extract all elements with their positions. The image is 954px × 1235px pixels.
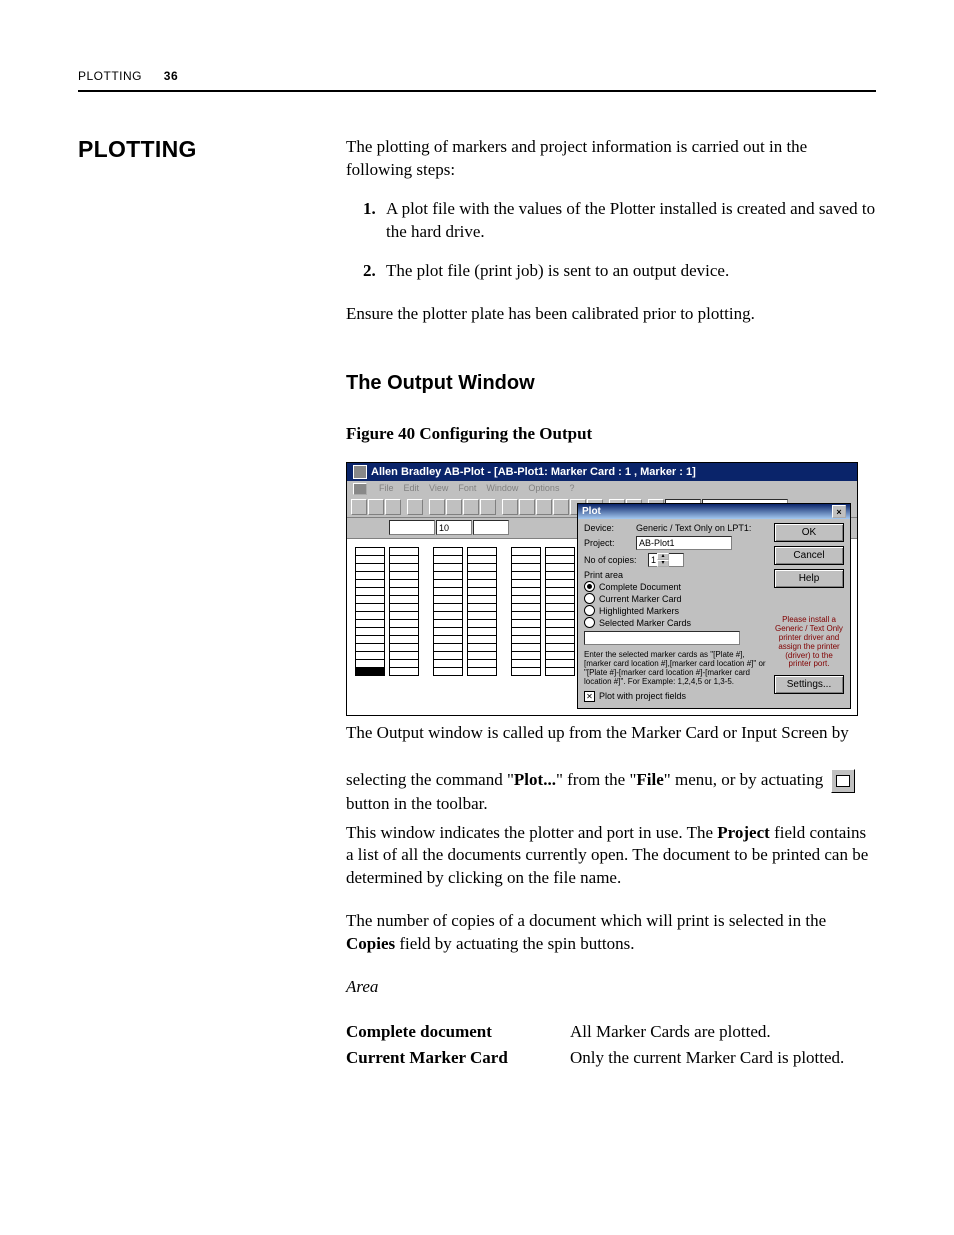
radio-current-marker-card[interactable]: Current Marker Card bbox=[584, 593, 766, 604]
section-heading: PLOTTING bbox=[78, 136, 346, 1070]
dialog-left: Device: Generic / Text Only on LPT1: Pro… bbox=[584, 523, 766, 701]
font-family-field[interactable] bbox=[389, 520, 435, 535]
tb-save-icon[interactable] bbox=[385, 499, 401, 515]
tb-new-icon[interactable] bbox=[351, 499, 367, 515]
step-2: The plot file (print job) is sent to an … bbox=[380, 260, 876, 283]
figure-caption: Figure 40 Configuring the Output bbox=[346, 423, 876, 446]
menu-window[interactable]: Window bbox=[486, 483, 518, 495]
mdi-icon bbox=[353, 483, 367, 495]
device-label: Device: bbox=[584, 523, 632, 533]
plot-command: Plot... bbox=[514, 770, 556, 789]
menu-file[interactable]: File bbox=[379, 483, 394, 495]
project-dropdown[interactable]: AB-Plot1 bbox=[636, 536, 732, 550]
menubar: File Edit View Font Window Options ? bbox=[347, 481, 857, 497]
cancel-button[interactable]: Cancel bbox=[774, 546, 844, 565]
post-3-post: field by actuating the spin buttons. bbox=[395, 934, 634, 953]
ok-button[interactable]: OK bbox=[774, 523, 844, 542]
tb-open-icon[interactable] bbox=[368, 499, 384, 515]
dialog-titlebar: Plot × bbox=[578, 504, 850, 519]
radio-icon bbox=[584, 581, 595, 592]
checkbox-icon: ✕ bbox=[584, 691, 595, 702]
tb-copy-icon[interactable] bbox=[446, 499, 462, 515]
device-value: Generic / Text Only on LPT1: bbox=[636, 523, 751, 533]
project-label: Project: bbox=[584, 538, 632, 548]
print-toolbar-icon bbox=[831, 769, 855, 793]
radio-icon bbox=[584, 617, 595, 628]
copies-field-name: Copies bbox=[346, 934, 395, 953]
page-header: PLOTTING 36 bbox=[78, 68, 876, 84]
step-1: A plot file with the values of the Plott… bbox=[380, 198, 876, 244]
area-definitions: Complete document All Marker Cards are p… bbox=[346, 1019, 876, 1070]
dialog-title: Plot bbox=[582, 506, 601, 517]
tb-format-icon[interactable] bbox=[480, 499, 496, 515]
header-rule bbox=[78, 90, 876, 92]
selected-cards-input[interactable] bbox=[584, 631, 740, 645]
post-line-2-mid: " from the " bbox=[556, 770, 636, 789]
menu-font[interactable]: Font bbox=[458, 483, 476, 495]
menu-view[interactable]: View bbox=[429, 483, 448, 495]
project-field-name: Project bbox=[717, 823, 770, 842]
header-page: 36 bbox=[164, 69, 178, 83]
post-line-2-post: " menu, or by actuating bbox=[664, 770, 828, 789]
copies-label: No of copies: bbox=[584, 555, 644, 565]
spin-up-icon[interactable]: ▴ bbox=[657, 553, 669, 560]
dialog-close-icon[interactable]: × bbox=[832, 505, 846, 518]
app-titlebar: Allen Bradley AB-Plot - [AB-Plot1: Marke… bbox=[347, 463, 857, 481]
intro-paragraph: The plotting of markers and project info… bbox=[346, 136, 876, 182]
print-area-label: Print area bbox=[584, 570, 766, 580]
calibration-note: Ensure the plotter plate has been calibr… bbox=[346, 303, 876, 326]
settings-button[interactable]: Settings... bbox=[774, 675, 844, 694]
area-desc-complete: All Marker Cards are plotted. bbox=[570, 1019, 876, 1045]
radio-highlighted-markers[interactable]: Highlighted Markers bbox=[584, 605, 766, 616]
area-desc-current: Only the current Marker Card is plotted. bbox=[570, 1045, 876, 1071]
radio-icon bbox=[584, 593, 595, 604]
area-heading: Area bbox=[346, 976, 876, 999]
steps-list: A plot file with the values of the Plott… bbox=[346, 198, 876, 283]
tb-icon-a[interactable] bbox=[502, 499, 518, 515]
install-note: Please install a Generic / Text Only pri… bbox=[774, 616, 844, 669]
dialog-right: OK Cancel Help Please install a Generic … bbox=[774, 523, 844, 701]
post-line-2c: button in the toolbar. bbox=[346, 794, 488, 813]
menu-help[interactable]: ? bbox=[569, 483, 574, 495]
tb-icon-d[interactable] bbox=[553, 499, 569, 515]
checkbox-plot-with-project-fields[interactable]: ✕Plot with project fields bbox=[584, 691, 766, 702]
font-color-field[interactable] bbox=[473, 520, 509, 535]
file-menu-name: File bbox=[636, 770, 663, 789]
post-3-pre: The number of copies of a document which… bbox=[346, 911, 826, 930]
area-label-complete: Complete document bbox=[346, 1019, 570, 1045]
font-size-field[interactable]: 10 bbox=[436, 520, 472, 535]
menu-options[interactable]: Options bbox=[528, 483, 559, 495]
radio-complete-document[interactable]: Complete Document bbox=[584, 581, 766, 592]
selected-cards-help: Enter the selected marker cards as "[Pla… bbox=[584, 651, 766, 686]
area-label-current: Current Marker Card bbox=[346, 1045, 570, 1071]
radio-selected-marker-cards[interactable]: Selected Marker Cards bbox=[584, 617, 766, 628]
app-title: Allen Bradley AB-Plot - [AB-Plot1: Marke… bbox=[371, 466, 696, 478]
tb-icon-b[interactable] bbox=[519, 499, 535, 515]
copies-spinner[interactable]: 1 ▴▾ bbox=[648, 553, 684, 567]
post-line-1: The Output window is called up from the … bbox=[346, 723, 849, 742]
radio-icon bbox=[584, 605, 595, 616]
spin-down-icon[interactable]: ▾ bbox=[657, 560, 669, 567]
tb-paste-icon[interactable] bbox=[463, 499, 479, 515]
app-icon bbox=[353, 465, 367, 479]
tb-print-icon[interactable] bbox=[407, 499, 423, 515]
header-label: PLOTTING bbox=[78, 69, 142, 83]
tb-icon-c[interactable] bbox=[536, 499, 552, 515]
help-button[interactable]: Help bbox=[774, 569, 844, 588]
subheading-output-window: The Output Window bbox=[346, 372, 876, 395]
screenshot: Allen Bradley AB-Plot - [AB-Plot1: Marke… bbox=[346, 462, 858, 716]
menu-edit[interactable]: Edit bbox=[404, 483, 420, 495]
tb-cut-icon[interactable] bbox=[429, 499, 445, 515]
selected-marker[interactable] bbox=[355, 667, 385, 676]
plot-dialog: Plot × Device: Generic / Text Only on LP… bbox=[577, 503, 851, 708]
post-2-pre: This window indicates the plotter and po… bbox=[346, 823, 717, 842]
post-line-2-pre: selecting the command " bbox=[346, 770, 514, 789]
